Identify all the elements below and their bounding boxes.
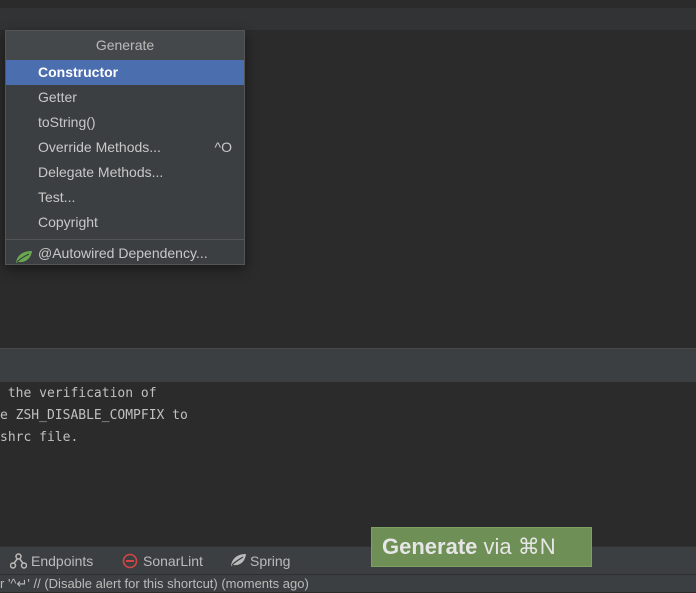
menu-item-copyright[interactable]: Copyright (6, 210, 244, 235)
endpoints-tool-button[interactable]: Endpoints (10, 547, 93, 575)
menu-item-override-methods[interactable]: Override Methods... ^O (6, 135, 244, 160)
spring-label: Spring (250, 553, 291, 569)
terminal-header (0, 348, 696, 382)
generate-popup: Generate Constructor Getter toString() O… (5, 30, 245, 265)
endpoints-icon (10, 553, 27, 569)
editor-top-strip (0, 0, 696, 8)
terminal-line: shrc file. (0, 430, 79, 445)
promo-action-name: Generate (382, 534, 478, 559)
endpoints-label: Endpoints (31, 553, 94, 569)
menu-item-getter[interactable]: Getter (6, 85, 244, 110)
promo-shortcut-text: via ⌘N (477, 534, 556, 559)
spring-leaf-icon (231, 554, 246, 566)
popup-title: Generate (6, 31, 244, 60)
key-promoter-banner: Generate via ⌘N (371, 527, 592, 567)
terminal-output[interactable]: the verification of e ZSH_DISABLE_COMPFI… (0, 382, 696, 546)
menu-item-label: Delegate Methods... (38, 164, 164, 180)
menu-item-label: @Autowired Dependency... (38, 245, 208, 261)
menu-item-label: Test... (38, 189, 76, 205)
menu-item-shortcut: ^O (214, 139, 232, 155)
menu-item-label: Copyright (38, 214, 98, 230)
status-message[interactable]: r '^↵' // (Disable alert for this shortc… (0, 575, 309, 593)
menu-item-test[interactable]: Test... (6, 185, 244, 210)
sonarlint-label: SonarLint (143, 553, 203, 569)
menu-item-constructor[interactable]: Constructor (6, 60, 244, 85)
menu-item-label: Getter (38, 89, 77, 105)
spring-tool-button[interactable]: Spring (230, 547, 290, 575)
menu-item-label: Override Methods... (38, 139, 161, 155)
sonarlint-tool-button[interactable]: SonarLint (122, 547, 203, 575)
menu-item-autowired-dependency[interactable]: @Autowired Dependency... (6, 241, 244, 266)
editor-tab-bar (0, 8, 696, 30)
menu-item-label: toString() (38, 114, 96, 130)
popup-separator (6, 239, 244, 240)
menu-item-tostring[interactable]: toString() (6, 110, 244, 135)
menu-item-label: Constructor (38, 64, 119, 80)
terminal-line: the verification of (0, 386, 157, 401)
menu-item-delegate-methods[interactable]: Delegate Methods... (6, 160, 244, 185)
status-bar: r '^↵' // (Disable alert for this shortc… (0, 574, 696, 592)
spring-leaf-icon (15, 247, 33, 263)
terminal-line: e ZSH_DISABLE_COMPFIX to (0, 408, 188, 423)
sonarlint-icon (122, 553, 138, 569)
